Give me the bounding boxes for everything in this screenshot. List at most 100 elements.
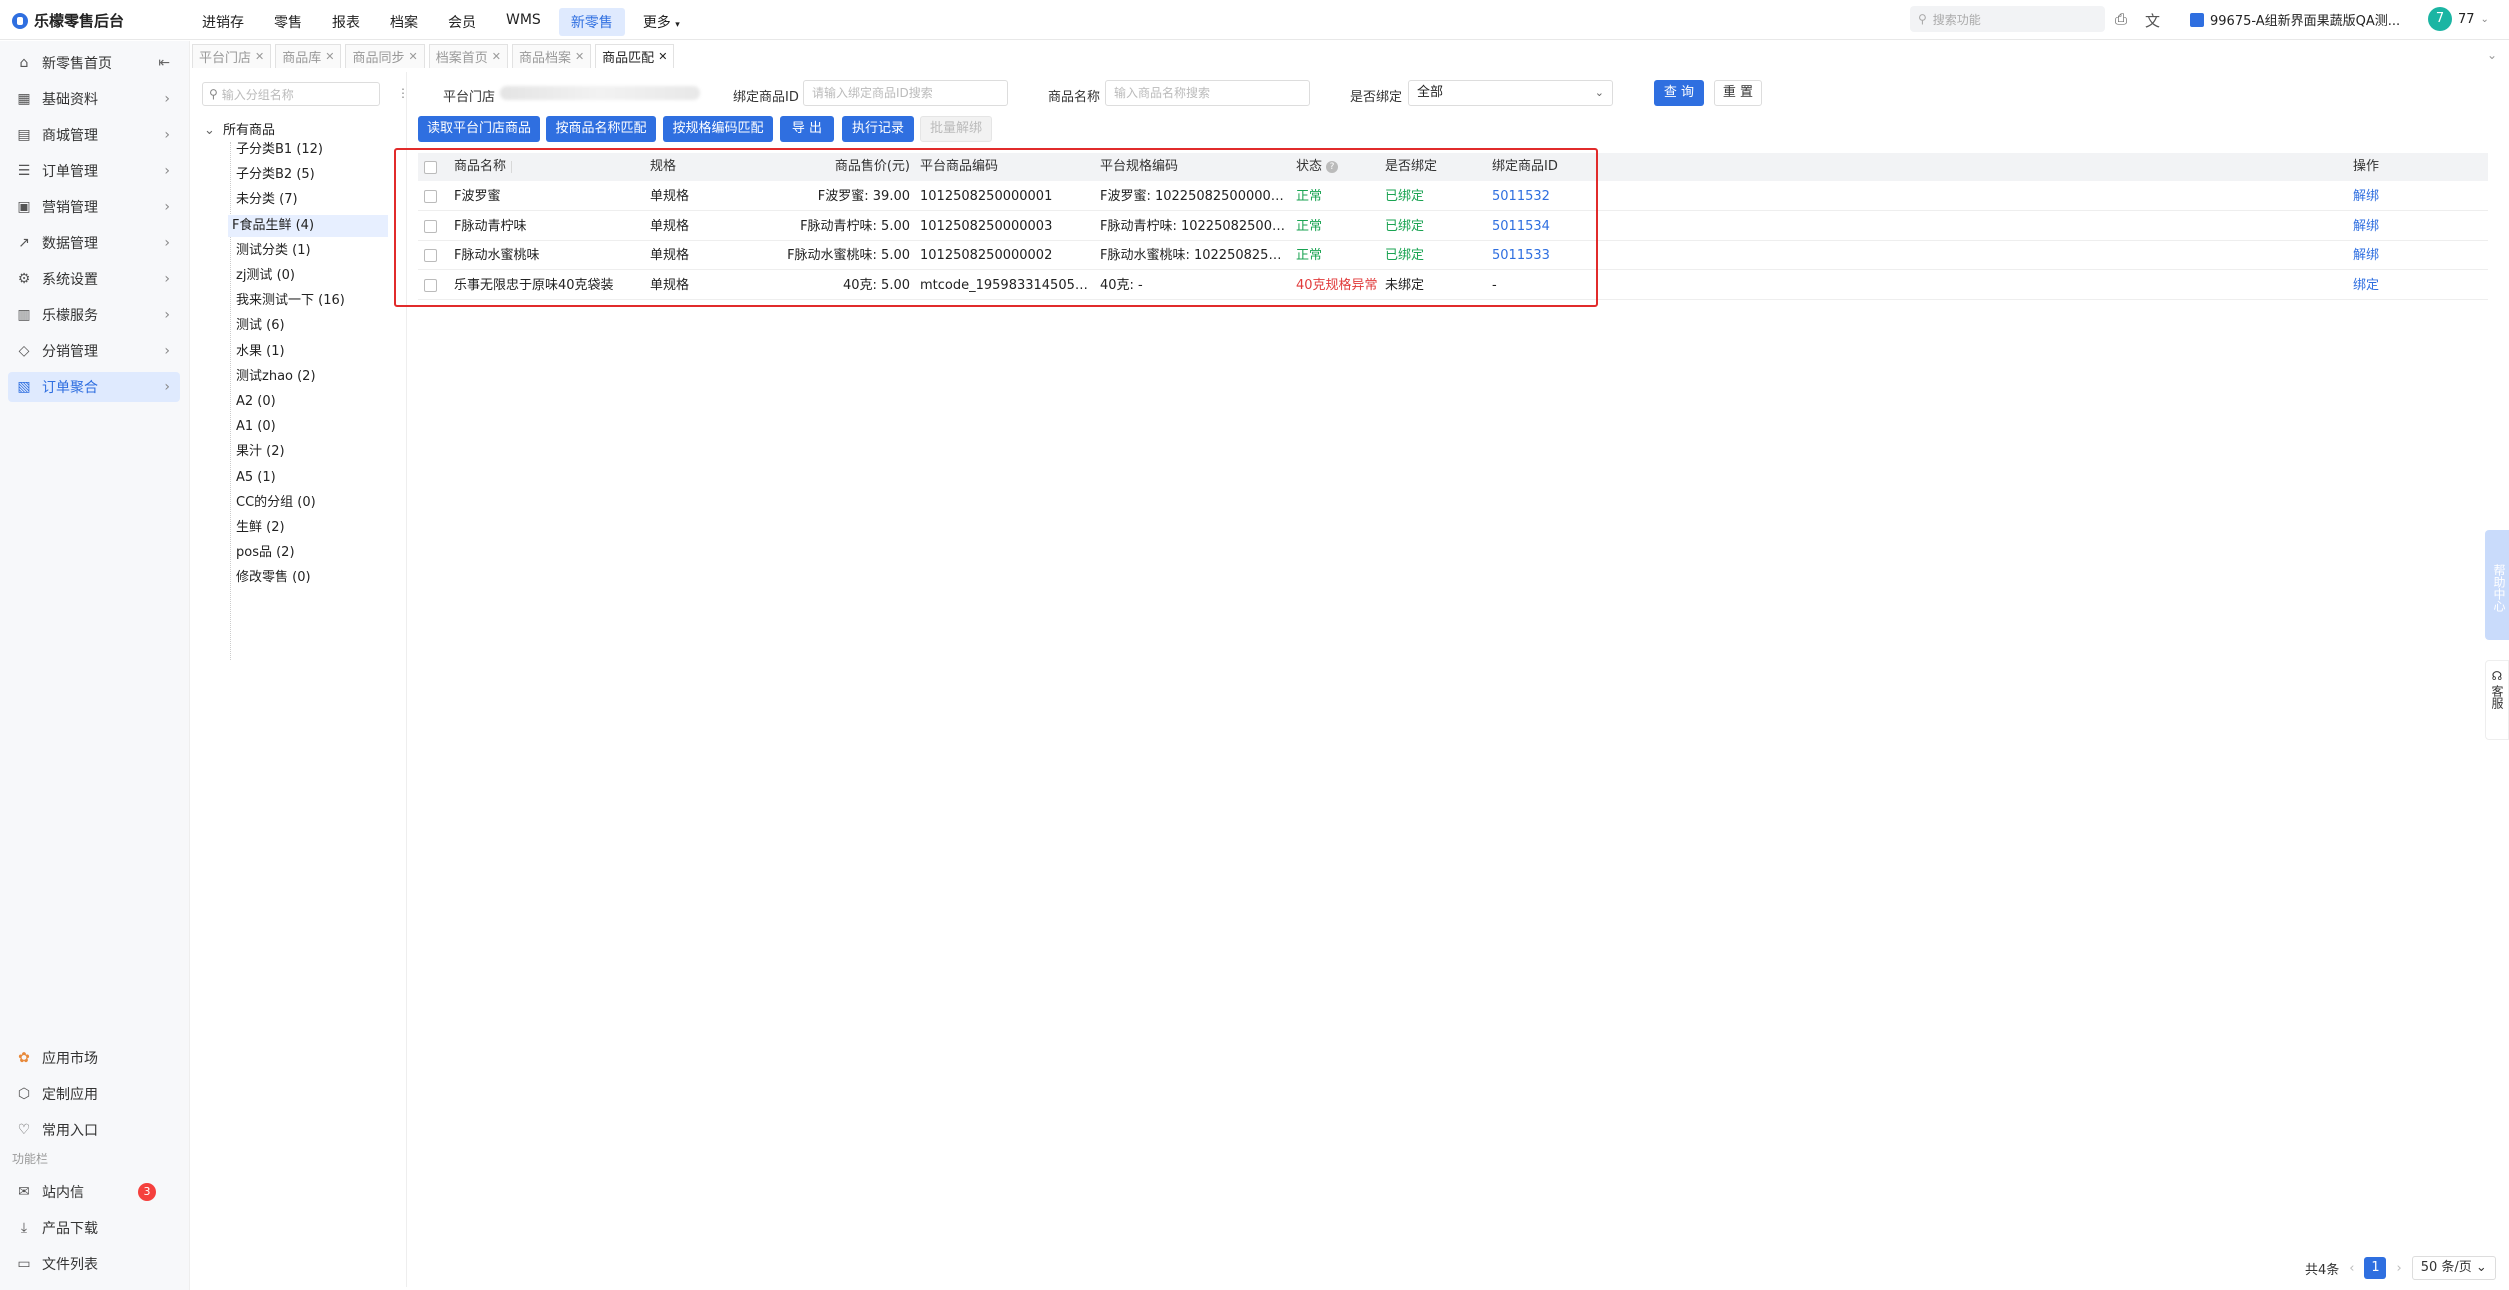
- close-icon[interactable]: ✕: [492, 50, 501, 63]
- tree-node[interactable]: 测试 (6): [232, 315, 289, 337]
- tree-node[interactable]: 修改零售 (0): [232, 567, 315, 589]
- sidebar-item-data[interactable]: ↗ 数据管理 ›: [8, 228, 180, 258]
- batch-unbind-button[interactable]: 批量解绑: [920, 116, 992, 142]
- sidebar-item-distribution[interactable]: ◇ 分销管理 ›: [8, 336, 180, 366]
- bound-select[interactable]: 全部 ⌄: [1408, 80, 1613, 106]
- select-all-checkbox[interactable]: [424, 161, 437, 174]
- tree-options-icon[interactable]: ⋮: [397, 86, 409, 100]
- export-button[interactable]: 导 出: [780, 116, 834, 142]
- cell-operation[interactable]: 解绑: [2353, 212, 2413, 241]
- tab-product-archive[interactable]: 商品档案 ✕: [511, 44, 592, 68]
- topnav-item-new-retail[interactable]: 新零售: [558, 8, 625, 36]
- tree-node[interactable]: 果汁 (2): [232, 441, 289, 463]
- close-icon[interactable]: ✕: [325, 50, 334, 63]
- close-icon[interactable]: ✕: [575, 50, 584, 63]
- table-row[interactable]: 乐事无限忠于原味40克袋装 单规格 40克: 5.00 mtcode_19598331…: [418, 271, 2488, 300]
- row-checkbox[interactable]: [424, 249, 437, 262]
- tab-product-sync[interactable]: 商品同步 ✕: [345, 44, 425, 68]
- tree-node[interactable]: 子分类B1 (12): [232, 139, 327, 161]
- page-number-current[interactable]: 1: [2364, 1257, 2387, 1279]
- reset-button[interactable]: 重 置: [1714, 80, 1762, 106]
- sidebar-item-order-aggregate[interactable]: ▧ 订单聚合 ›: [8, 372, 180, 402]
- global-search-input[interactable]: ⚲ 搜索功能: [1910, 6, 2105, 32]
- group-search-input[interactable]: ⚲ 输入分组名称: [202, 82, 380, 106]
- tree-node[interactable]: 生鲜 (2): [232, 517, 289, 539]
- customer-service-float[interactable]: ☊ 客服: [2485, 660, 2509, 740]
- collapse-sidebar-icon[interactable]: ⇤: [158, 55, 170, 71]
- topnav-item-report[interactable]: 报表: [320, 8, 372, 36]
- tree-node[interactable]: 未分类 (7): [232, 189, 302, 211]
- page-size-select[interactable]: 50 条/页 ⌄: [2411, 1256, 2496, 1280]
- tree-node[interactable]: A2 (0): [232, 391, 280, 413]
- topnav-item-archive[interactable]: 档案: [378, 8, 430, 36]
- prev-page-icon[interactable]: ‹: [2349, 1261, 2354, 1276]
- sidebar-item-basic-data[interactable]: ▦ 基础资料 ›: [8, 84, 180, 114]
- cell-operation[interactable]: 解绑: [2353, 241, 2413, 270]
- tree-node[interactable]: zj测试 (0): [232, 265, 299, 287]
- translate-icon[interactable]: 文: [2145, 10, 2160, 31]
- sidebar-item-lemeng-service[interactable]: ▥ 乐檬服务 ›: [8, 300, 180, 330]
- help-center-float[interactable]: 帮助中心: [2485, 530, 2509, 640]
- tab-product-library[interactable]: 商品库 ✕: [275, 44, 342, 68]
- table-row[interactable]: F波罗蜜 单规格 F波罗蜜: 39.00 1012508250000001 F波罗蜜: …: [418, 182, 2488, 211]
- cell-operation[interactable]: 绑定: [2353, 271, 2413, 300]
- tree-node[interactable]: A1 (0): [232, 416, 280, 438]
- print-icon[interactable]: ⎙: [2115, 10, 2127, 31]
- store-selector[interactable]: 99675-A组新界面果蔬版QA测...: [2190, 10, 2400, 29]
- tabs-dropdown-icon[interactable]: ⌄: [2487, 48, 2497, 62]
- cell-bind-id[interactable]: 5011534: [1492, 212, 1592, 241]
- close-icon[interactable]: ✕: [255, 50, 264, 63]
- cell-operation[interactable]: 解绑: [2353, 182, 2413, 211]
- close-icon[interactable]: ✕: [408, 50, 417, 63]
- close-icon[interactable]: ✕: [658, 50, 667, 63]
- tree-node[interactable]: A5 (1): [232, 467, 280, 489]
- tree-node[interactable]: 测试分类 (1): [232, 240, 315, 262]
- row-checkbox[interactable]: [424, 190, 437, 203]
- sidebar-item-settings[interactable]: ⚙ 系统设置 ›: [8, 264, 180, 294]
- topnav-item-wms[interactable]: WMS: [494, 8, 553, 36]
- tab-platform-store[interactable]: 平台门店 ✕: [192, 44, 272, 68]
- sidebar-item-orders[interactable]: ☰ 订单管理 ›: [8, 156, 180, 186]
- tab-archive-home[interactable]: 档案首页 ✕: [428, 44, 508, 68]
- info-icon[interactable]: ?: [1326, 160, 1339, 173]
- match-by-name-button[interactable]: 按商品名称匹配: [546, 116, 656, 142]
- product-name-input[interactable]: 输入商品名称搜索: [1105, 80, 1310, 106]
- fetch-store-products-button[interactable]: 读取平台门店商品: [418, 116, 540, 142]
- next-page-icon[interactable]: ›: [2396, 1261, 2401, 1276]
- app-logo[interactable]: 乐檬零售后台: [12, 10, 124, 31]
- sidebar-item-favorites[interactable]: ♡ 常用入口: [8, 1115, 180, 1145]
- store-filter-value[interactable]: [500, 86, 700, 100]
- tree-node[interactable]: CC的分组 (0): [232, 492, 320, 514]
- tree-node[interactable]: 子分类B2 (5): [232, 164, 319, 186]
- tree-node[interactable]: pos品 (2): [232, 542, 299, 564]
- cell-bind-id[interactable]: 5011532: [1492, 182, 1592, 211]
- execution-log-button[interactable]: 执行记录: [842, 116, 914, 142]
- row-checkbox[interactable]: [424, 278, 437, 292]
- sidebar-item-custom-app[interactable]: ⬡ 定制应用: [8, 1079, 180, 1109]
- sidebar-item-mall[interactable]: ▤ 商城管理 ›: [8, 120, 180, 150]
- topnav-item-retail[interactable]: 零售: [262, 8, 314, 36]
- topnav-item-more[interactable]: 更多 ▾: [631, 8, 692, 36]
- topnav-item-member[interactable]: 会员: [436, 8, 488, 36]
- user-menu[interactable]: 7 77 ⌄: [2428, 7, 2489, 31]
- sidebar-item-file-list[interactable]: ▭ 文件列表: [8, 1249, 180, 1279]
- sidebar-item-new-retail-home[interactable]: ⌂ 新零售首页 ⇤: [8, 48, 180, 78]
- match-by-spec-code-button[interactable]: 按规格编码匹配: [663, 116, 773, 142]
- query-button[interactable]: 查 询: [1654, 80, 1704, 106]
- row-checkbox[interactable]: [424, 219, 437, 233]
- tree-node[interactable]: 我来测试一下 (16): [232, 290, 349, 312]
- sidebar-item-messages[interactable]: ✉ 站内信 3: [8, 1177, 180, 1207]
- tree-node[interactable]: 测试zhao (2): [232, 366, 320, 388]
- topnav-item-inventory[interactable]: 进销存: [190, 8, 256, 36]
- tree-node[interactable]: 水果 (1): [232, 341, 289, 363]
- bind-id-input[interactable]: 请输入绑定商品ID搜索: [803, 80, 1008, 106]
- caret-down-icon[interactable]: ⌄: [204, 123, 215, 138]
- tab-product-match[interactable]: 商品匹配 ✕: [595, 44, 675, 68]
- tree-node[interactable]: F食品生鲜 (4): [228, 214, 388, 237]
- table-row[interactable]: F脉动水蜜桃味 单规格 F脉动水蜜桃味: 5.00 1012508250000002 F…: [418, 241, 2488, 270]
- table-row[interactable]: F脉动青柠味 单规格 F脉动青柠味: 5.00 1012508250000003 F脉动…: [418, 212, 2488, 241]
- sidebar-item-app-market[interactable]: ✿ 应用市场: [8, 1043, 180, 1073]
- sidebar-item-marketing[interactable]: ▣ 营销管理 ›: [8, 192, 180, 222]
- sidebar-item-product-download[interactable]: ⤓ 产品下载: [8, 1213, 180, 1243]
- cell-bind-id[interactable]: 5011533: [1492, 241, 1592, 270]
